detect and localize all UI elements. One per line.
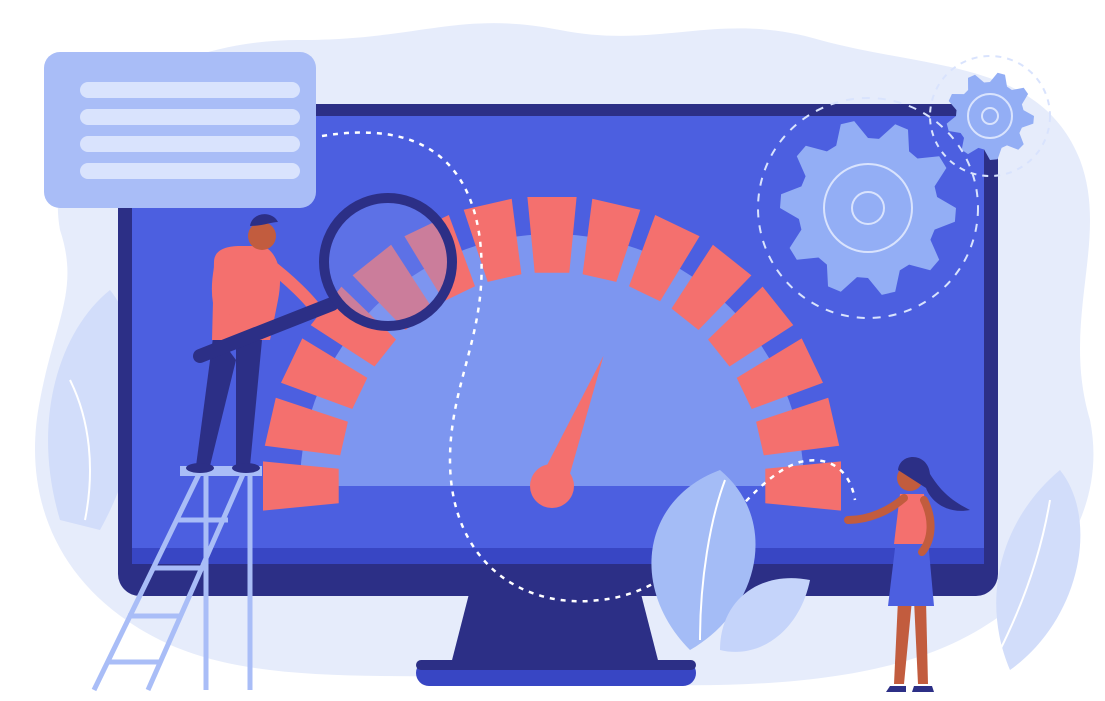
gauge-segment (527, 197, 577, 273)
card-line (80, 163, 300, 179)
illustration (0, 0, 1105, 701)
card-line (80, 82, 300, 98)
card-line (80, 136, 300, 152)
card-line (80, 109, 300, 125)
illustration-canvas (35, 23, 1094, 692)
text-card (44, 52, 316, 208)
gauge-segment (263, 461, 339, 511)
gauge-segment (765, 461, 841, 511)
needle-hub (530, 464, 574, 508)
